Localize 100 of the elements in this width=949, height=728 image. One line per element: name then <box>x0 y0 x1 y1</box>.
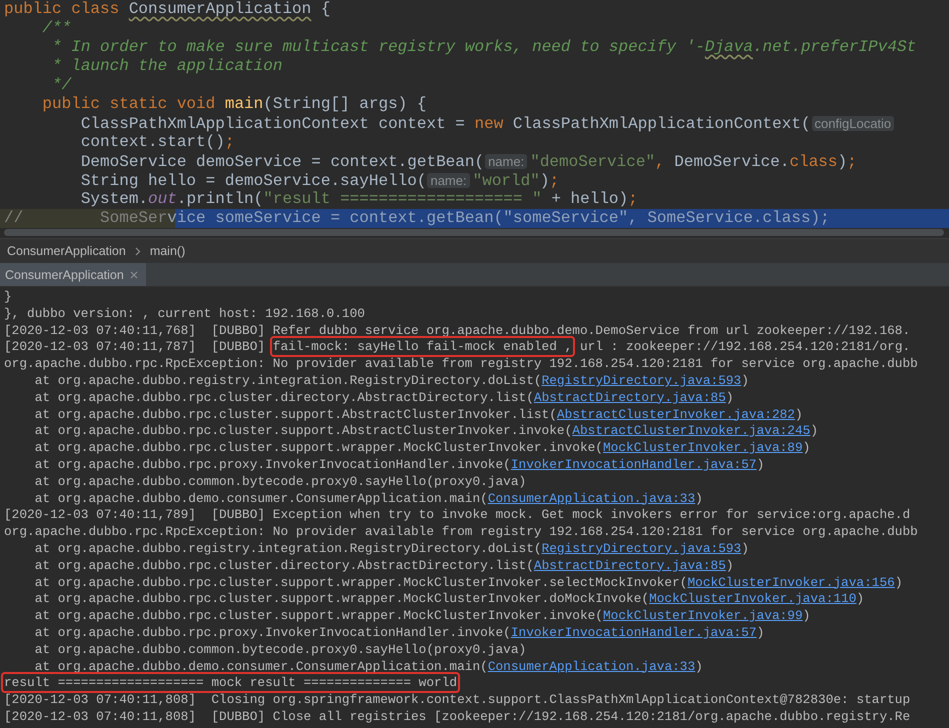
code-text: /** <box>41 19 72 37</box>
code-text: ) <box>540 172 550 190</box>
scrollbar-thumb[interactable] <box>4 229 944 236</box>
code-text: String hello = demoService.sayHello( <box>80 172 426 190</box>
source-link[interactable]: MockClusterInvoker.java:110 <box>649 591 856 606</box>
code-text: ConsumerApplication <box>128 0 312 18</box>
console-text: at org.apache.dubbo.rpc.proxy.InvokerInvocationHandler.invoke( <box>34 456 511 472</box>
console-text: [2020-12-03 07:40:11,808] [DUBBO] Close all registries [zookeeper://192.168.254.120:2181/org.apache.dubbo.registry.Re <box>4 708 910 724</box>
console-text: at org.apache.dubbo.rpc.cluster.support.wrapper.MockClusterInvoker.invoke( <box>34 608 603 624</box>
code-text: * launch the application <box>51 57 282 75</box>
console-text: ) <box>741 372 749 388</box>
code-text: ; <box>628 190 638 208</box>
console-text: ) <box>802 608 810 624</box>
highlighted-output: fail-mock: sayHello fail-mock enabled , <box>272 339 572 354</box>
console-text: at org.apache.dubbo.rpc.cluster.directory.AbstractDirectory.list( <box>34 390 534 405</box>
console-text: at org.apache.dubbo.rpc.proxy.InvokerInvocationHandler.invoke( <box>34 624 511 640</box>
console-text: [2020-12-03 07:40:11,787] [DUBBO] <box>4 339 266 354</box>
code-text: new <box>474 115 504 133</box>
source-link[interactable]: AbstractDirectory.java:85 <box>534 558 726 573</box>
highlighted-output: result =================== mock result ============== world <box>4 675 458 690</box>
source-link[interactable]: RegistryDirectory.java:593 <box>542 540 742 556</box>
console-text: ) <box>726 558 734 573</box>
code-text: public static void <box>41 95 216 113</box>
console-text: ) <box>741 540 749 556</box>
code-text: main <box>224 95 264 113</box>
parameter-hint: name: <box>427 173 470 188</box>
run-tab[interactable]: ConsumerApplication <box>0 263 146 286</box>
code-text: Djava <box>704 38 753 56</box>
code-text: ClassPathXmlApplicationContext context = <box>80 115 466 133</box>
code-editor[interactable] <box>0 0 949 228</box>
console-text: ) <box>794 406 803 422</box>
console-text: at org.apache.dubbo.common.bytecode.proxy0.sayHello(proxy0.java) <box>34 474 526 489</box>
console-text: [2020-12-03 07:40:11,768] [DUBBO] Refer dubbo service org.apache.dubbo.demo.DemoService from url zookeeper://192.168. <box>4 322 910 338</box>
console-text: at org.apache.dubbo.demo.consumer.ConsumerApplication.main( <box>34 658 488 674</box>
code-text: context.start() <box>80 133 225 151</box>
close-icon[interactable] <box>130 270 138 278</box>
console-text: at org.apache.dubbo.common.bytecode.proxy0.sayHello(proxy0.java) <box>34 642 526 657</box>
console-text: at org.apache.dubbo.rpc.cluster.support.wrapper.MockClusterInvoker.doMockInvoke( <box>34 591 650 606</box>
source-link[interactable]: MockClusterInvoker.java:156 <box>687 574 895 590</box>
code-text: class <box>789 153 838 171</box>
source-link[interactable]: MockClusterInvoker.java:89 <box>603 440 803 456</box>
console-text: org.apache.dubbo.rpc.RpcException: No provider available from registry 192.168.254.120:2181 for service org.apache.dubb <box>4 524 918 540</box>
console-text: at org.apache.dubbo.rpc.cluster.support.AbstractClusterInvoker.list( <box>34 406 557 422</box>
console-text: }, dubbo version: , current host: 192.168.0.100 <box>4 306 365 321</box>
source-link[interactable]: RegistryDirectory.java:593 <box>542 372 742 388</box>
code-text: { <box>320 0 330 18</box>
code-text: ) <box>838 153 848 171</box>
console-text: [2020-12-03 07:40:11,789] [DUBBO] Exception when try to invoke mock. Get mock invokers error for service:org.apache.d <box>4 507 910 522</box>
source-link[interactable]: InvokerInvocationHandler.java:57 <box>510 456 757 472</box>
console-text: ) <box>726 390 734 405</box>
code-text: .net.preferIPv4St <box>752 38 916 56</box>
console-text: at org.apache.dubbo.rpc.cluster.directory.AbstractDirectory.list( <box>34 558 534 573</box>
console-text: url : zookeeper://192.168.254.120:2181/org. <box>578 339 910 354</box>
chevron-icon <box>134 246 141 256</box>
code-text: , <box>655 153 665 171</box>
console-text: ) <box>894 574 902 590</box>
console-text: at org.apache.dubbo.rpc.cluster.support.wrapper.MockClusterInvoker.selectMockInvoker( <box>34 574 688 590</box>
source-link[interactable]: AbstractClusterInvoker.java:245 <box>572 423 810 438</box>
code-text: DemoService demoService = context.getBean( <box>80 153 484 171</box>
code-text: + hello) <box>550 190 628 208</box>
code-text: "world" <box>472 172 540 190</box>
code-text: out <box>148 190 177 208</box>
console-text: ) <box>802 440 810 456</box>
code-text: */ <box>51 76 72 94</box>
code-text: ; <box>847 153 857 171</box>
source-link[interactable]: InvokerInvocationHandler.java:57 <box>510 624 757 640</box>
console-text: ) <box>695 490 703 506</box>
code-text: System. <box>80 190 148 208</box>
console-text: at org.apache.dubbo.registry.integration.RegistryDirectory.doList( <box>34 540 542 556</box>
source-link[interactable]: ConsumerApplication.java:33 <box>488 658 696 674</box>
parameter-hint: configLocatio <box>812 116 894 131</box>
source-link[interactable]: ConsumerApplication.java:33 <box>488 490 696 506</box>
console-text: ) <box>810 423 818 438</box>
code-text: (String[] args) { <box>263 95 426 113</box>
code-text: "demoService" <box>530 153 656 171</box>
code-text: ; <box>224 133 234 151</box>
code-text: "result =================== " <box>263 190 542 208</box>
source-link[interactable]: AbstractClusterInvoker.java:282 <box>556 406 795 422</box>
console-text: ) <box>756 624 764 640</box>
breadcrumb-item[interactable]: ConsumerApplication <box>7 244 126 258</box>
console-text: ) <box>756 456 764 472</box>
console-text: [2020-12-03 07:40:11,808] Closing org.springframework.context.support.ClassPathXmlApplicationContext@782830e: startup <box>4 692 910 708</box>
parameter-hint: name: <box>485 154 528 169</box>
code-text: ; <box>549 172 560 190</box>
console-text: org.apache.dubbo.rpc.RpcException: No provider available from registry 192.168.254.120:2181 for service org.apache.dubb <box>4 356 918 372</box>
code-text: .println( <box>176 190 264 208</box>
source-link[interactable]: MockClusterInvoker.java:99 <box>603 608 803 624</box>
code-text: // SomeSer <box>4 209 168 227</box>
code-text: public class <box>4 0 120 18</box>
code-text: * In order to make sure multicast registry works, need to specify '- <box>51 38 705 56</box>
console-text: } <box>4 289 12 304</box>
console-text: at org.apache.dubbo.rpc.cluster.support.AbstractClusterInvoker.invoke( <box>34 423 572 438</box>
source-link[interactable]: AbstractDirectory.java:85 <box>534 390 726 405</box>
code-text: ClassPathXmlApplicationContext( <box>512 115 811 133</box>
console-text: at org.apache.dubbo.registry.integration.RegistryDirectory.doList( <box>34 372 542 388</box>
console-text: at org.apache.dubbo.rpc.cluster.support.wrapper.MockClusterInvoker.invoke( <box>34 440 603 456</box>
breadcrumb-item[interactable]: main() <box>150 244 186 258</box>
console-text: at org.apache.dubbo.demo.consumer.ConsumerApplication.main( <box>34 490 488 506</box>
code-text: DemoService. <box>673 153 790 171</box>
console-text: ) <box>856 591 864 606</box>
